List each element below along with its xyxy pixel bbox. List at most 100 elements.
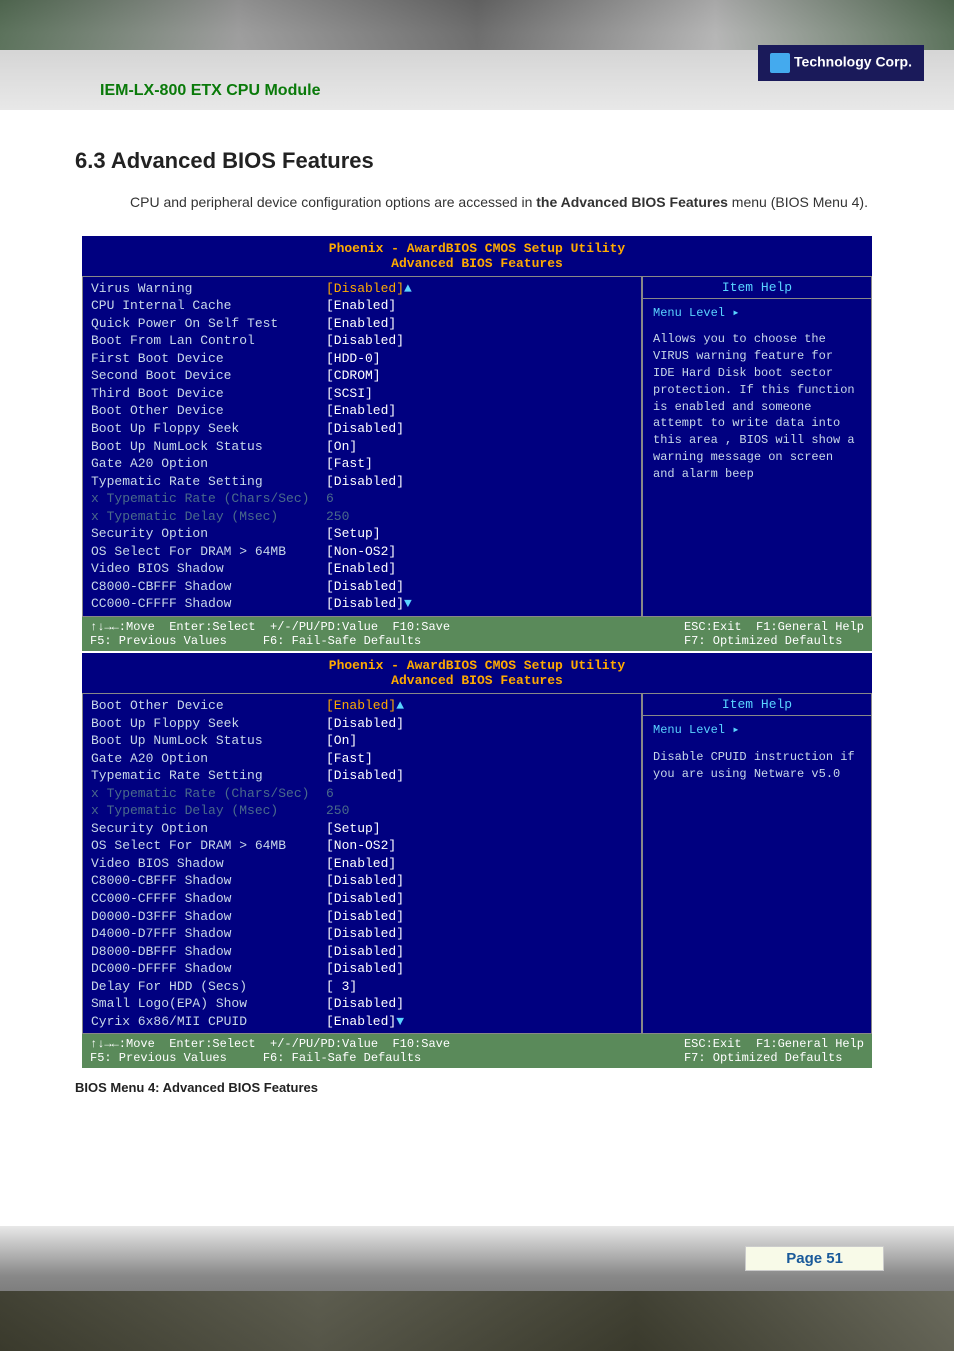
bios-option-row[interactable]: Gate A20 Option[Fast]: [91, 455, 633, 473]
bios-option-row[interactable]: Gate A20 Option[Fast]: [91, 750, 633, 768]
bios-option-value: [HDD-0]: [326, 350, 381, 368]
bios-option-value: [Disabled]: [326, 943, 404, 961]
bios-option-row[interactable]: D8000-DBFFF Shadow[Disabled]: [91, 943, 633, 961]
bios-screen-2: Phoenix - AwardBIOS CMOS Setup Utility A…: [82, 653, 872, 1068]
bios1-footer-r2: F7: Optimized Defaults: [684, 634, 842, 648]
bios-option-value: [Enabled]: [326, 315, 396, 333]
bios-option-label: Security Option: [91, 525, 326, 543]
bios-option-row[interactable]: DC000-DFFFF Shadow[Disabled]: [91, 960, 633, 978]
bios-option-value: [Enabled]: [326, 855, 396, 873]
bios1-help-panel: Item Help Menu Level ▸ Allows you to cho…: [642, 276, 872, 617]
bios-screen-1: Phoenix - AwardBIOS CMOS Setup Utility A…: [82, 236, 872, 651]
bios-option-label: Boot Other Device: [91, 402, 326, 420]
bios-option-label: x Typematic Rate (Chars/Sec): [91, 785, 326, 803]
bios-option-label: CC000-CFFFF Shadow: [91, 890, 326, 908]
bios-option-row[interactable]: OS Select For DRAM > 64MB[Non-OS2]: [91, 837, 633, 855]
bios1-footer-l2: F5: Previous Values F6: Fail-Safe Defaul…: [90, 634, 421, 648]
bios-option-row[interactable]: Security Option[Setup]: [91, 820, 633, 838]
bios-option-label: Video BIOS Shadow: [91, 855, 326, 873]
bios2-help-text: Disable CPUID instruction if you are usi…: [653, 749, 861, 783]
scroll-down-icon: ▼: [404, 595, 412, 613]
bios-option-row[interactable]: CC000-CFFFF Shadow[Disabled]▼: [91, 595, 633, 613]
bios-option-row[interactable]: Video BIOS Shadow[Enabled]: [91, 855, 633, 873]
bios-option-row[interactable]: Typematic Rate Setting[Disabled]: [91, 767, 633, 785]
bios2-menu-level: Menu Level ▸: [653, 722, 861, 739]
bios-option-row[interactable]: CC000-CFFFF Shadow[Disabled]: [91, 890, 633, 908]
bios-option-row[interactable]: Virus Warning[Disabled]▲: [91, 280, 633, 298]
bios-option-row[interactable]: Second Boot Device[CDROM]: [91, 367, 633, 385]
bios2-title-line1: Phoenix - AwardBIOS CMOS Setup Utility: [329, 658, 625, 673]
bios-option-row[interactable]: Boot Up NumLock Status[On]: [91, 732, 633, 750]
bios-option-row[interactable]: Boot Up Floppy Seek[Disabled]: [91, 715, 633, 733]
bios-option-row[interactable]: C8000-CBFFF Shadow[Disabled]: [91, 872, 633, 890]
bios-option-label: C8000-CBFFF Shadow: [91, 578, 326, 596]
bios2-options-panel: Boot Other Device[Enabled]▲Boot Up Flopp…: [82, 693, 642, 1034]
bios-option-label: D0000-D3FFF Shadow: [91, 908, 326, 926]
bios-option-row[interactable]: D0000-D3FFF Shadow[Disabled]: [91, 908, 633, 926]
bios-option-row[interactable]: Security Option[Setup]: [91, 525, 633, 543]
bios-option-row[interactable]: C8000-CBFFF Shadow[Disabled]: [91, 578, 633, 596]
bios-option-label: Boot Other Device: [91, 697, 326, 715]
bios1-title: Phoenix - AwardBIOS CMOS Setup Utility A…: [82, 236, 872, 276]
bios2-footer-r2: F7: Optimized Defaults: [684, 1051, 842, 1065]
intro-paragraph: CPU and peripheral device configuration …: [130, 189, 879, 216]
bios2-footer-l2: F5: Previous Values F6: Fail-Safe Defaul…: [90, 1051, 421, 1065]
bios-option-value: [Disabled]: [326, 890, 404, 908]
bios-option-value: [Fast]: [326, 750, 373, 768]
bios-option-row[interactable]: x Typematic Delay (Msec)250: [91, 802, 633, 820]
bios-option-value: [Non-OS2]: [326, 837, 396, 855]
bios-option-row[interactable]: Boot Up NumLock Status[On]: [91, 438, 633, 456]
bios-option-label: Delay For HDD (Secs): [91, 978, 326, 996]
bios-option-row[interactable]: x Typematic Rate (Chars/Sec)6: [91, 490, 633, 508]
bios-option-row[interactable]: Delay For HDD (Secs)[ 3]: [91, 978, 633, 996]
bios-option-value: [Disabled]: [326, 925, 404, 943]
bios-option-label: Virus Warning: [91, 280, 326, 298]
bios-option-value: [Disabled]: [326, 578, 404, 596]
bios-option-value: [Disabled]: [326, 473, 404, 491]
bios-option-value: [Disabled]: [326, 960, 404, 978]
bios-option-value: [SCSI]: [326, 385, 373, 403]
bios-option-label: Security Option: [91, 820, 326, 838]
bios-option-value: [Disabled]: [326, 420, 404, 438]
bios-option-label: Quick Power On Self Test: [91, 315, 326, 333]
bios-option-row[interactable]: Quick Power On Self Test[Enabled]: [91, 315, 633, 333]
bios-option-value: [Disabled]: [326, 715, 404, 733]
bios-option-row[interactable]: x Typematic Delay (Msec)250: [91, 508, 633, 526]
bios-option-label: Boot From Lan Control: [91, 332, 326, 350]
bios-option-row[interactable]: Boot Up Floppy Seek[Disabled]: [91, 420, 633, 438]
bios-option-label: x Typematic Delay (Msec): [91, 802, 326, 820]
bios-option-value: [Disabled]: [326, 595, 404, 613]
bios-option-row[interactable]: Typematic Rate Setting[Disabled]: [91, 473, 633, 491]
bios-option-row[interactable]: D4000-D7FFF Shadow[Disabled]: [91, 925, 633, 943]
bios-option-row[interactable]: OS Select For DRAM > 64MB[Non-OS2]: [91, 543, 633, 561]
bios-option-row[interactable]: x Typematic Rate (Chars/Sec)6: [91, 785, 633, 803]
scroll-up-icon: ▲: [404, 280, 412, 298]
bios-option-value: [Enabled]: [326, 1013, 396, 1031]
bios-option-value: 250: [326, 802, 349, 820]
bios-option-row[interactable]: Boot Other Device[Enabled]: [91, 402, 633, 420]
bios-option-value: 6: [326, 490, 334, 508]
bios-option-label: C8000-CBFFF Shadow: [91, 872, 326, 890]
bios-option-row[interactable]: Boot Other Device[Enabled]▲: [91, 697, 633, 715]
bios-option-value: [Fast]: [326, 455, 373, 473]
bios2-title-line2: Advanced BIOS Features: [391, 673, 563, 688]
bios-option-row[interactable]: First Boot Device[HDD-0]: [91, 350, 633, 368]
logo-icon: [770, 53, 790, 73]
bios-option-label: Gate A20 Option: [91, 455, 326, 473]
bios-option-row[interactable]: Video BIOS Shadow[Enabled]: [91, 560, 633, 578]
bios-option-label: Boot Up Floppy Seek: [91, 420, 326, 438]
bios-option-row[interactable]: Third Boot Device[SCSI]: [91, 385, 633, 403]
page-number: Page 51: [745, 1246, 884, 1271]
bios-option-value: [Enabled]: [326, 297, 396, 315]
bios-option-value: [Setup]: [326, 525, 381, 543]
bios-option-value: [Disabled]: [326, 332, 404, 350]
bios-option-row[interactable]: CPU Internal Cache[Enabled]: [91, 297, 633, 315]
bios-option-row[interactable]: Small Logo(EPA) Show[Disabled]: [91, 995, 633, 1013]
scroll-up-icon: ▲: [396, 697, 404, 715]
bios-option-row[interactable]: Cyrix 6x86/MII CPUID[Enabled]▼: [91, 1013, 633, 1031]
bios-option-row[interactable]: Boot From Lan Control[Disabled]: [91, 332, 633, 350]
bios1-menu-level: Menu Level ▸: [653, 305, 861, 322]
bios2-help-panel: Item Help Menu Level ▸ Disable CPUID ins…: [642, 693, 872, 1034]
bios-option-label: x Typematic Delay (Msec): [91, 508, 326, 526]
bios-option-label: Third Boot Device: [91, 385, 326, 403]
